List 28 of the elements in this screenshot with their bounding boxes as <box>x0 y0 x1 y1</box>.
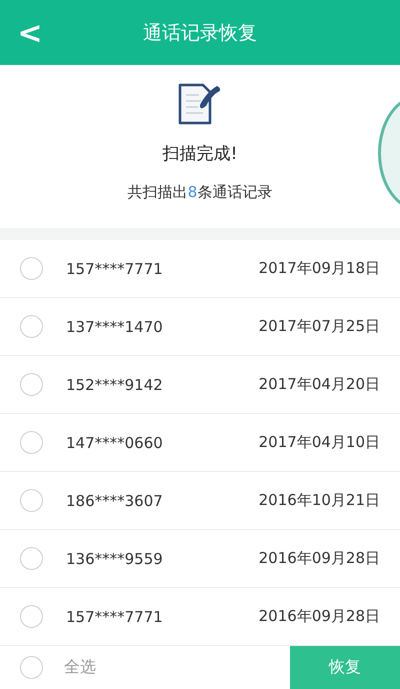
select-all-radio[interactable] <box>20 656 43 679</box>
call-date: 2016年09月28日 <box>258 549 380 568</box>
call-date: 2016年10月21日 <box>258 491 380 510</box>
radio-button[interactable] <box>20 315 43 338</box>
screen-title: 通话记录恢复 <box>143 20 257 46</box>
phone-number: 157****7771 <box>66 260 164 278</box>
radio-button[interactable] <box>20 489 43 512</box>
radio-button[interactable] <box>20 431 43 454</box>
back-button[interactable]: < <box>12 14 48 52</box>
call-date: 2017年07月25日 <box>258 317 380 336</box>
phone-number: 137****1470 <box>66 318 164 336</box>
select-all-label: 全选 <box>64 657 96 678</box>
call-date: 2017年09月18日 <box>258 259 380 278</box>
radio-button[interactable] <box>20 373 43 396</box>
phone-number: 186****3607 <box>66 492 164 510</box>
scan-status: 扫描完成! <box>162 143 238 165</box>
phone-number: 136****9559 <box>66 550 164 568</box>
call-date: 2016年09月28日 <box>258 607 380 626</box>
call-date: 2017年04月20日 <box>258 375 380 394</box>
call-date: 2017年04月10日 <box>258 433 380 452</box>
radio-button[interactable] <box>20 547 43 570</box>
radio-button[interactable] <box>20 605 43 628</box>
restore-button[interactable]: 恢复 <box>290 646 400 689</box>
scan-summary: 共扫描出8条通话记录 <box>128 183 272 202</box>
phone-number: 157****7771 <box>66 608 164 626</box>
phone-number: 152****9142 <box>66 376 164 394</box>
phone-number: 147****0660 <box>66 434 164 452</box>
radio-button[interactable] <box>20 257 43 280</box>
